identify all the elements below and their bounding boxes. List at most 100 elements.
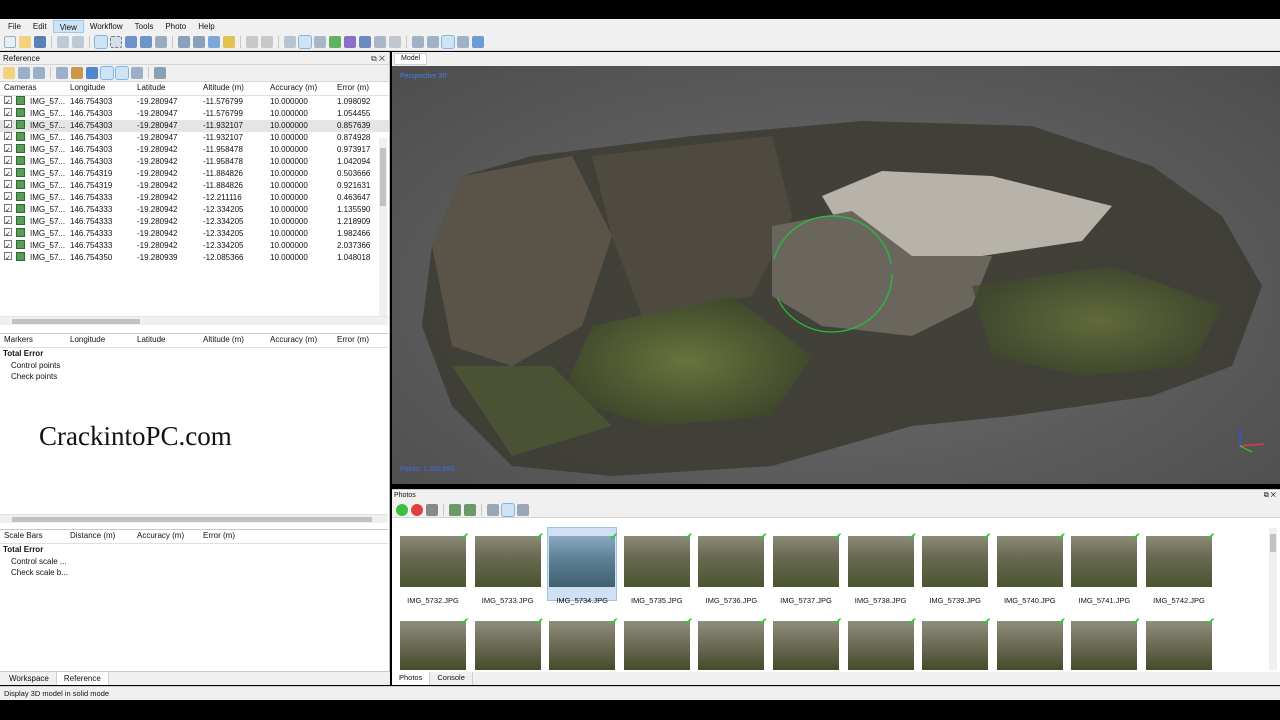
col-altitude[interactable]: Altitude (m) — [203, 82, 244, 94]
menu-workflow[interactable]: Workflow — [84, 20, 129, 33]
crop-selection-icon[interactable] — [261, 36, 273, 48]
settings-icon[interactable] — [154, 67, 166, 79]
markers-hscrollbar[interactable] — [0, 514, 388, 523]
ruler-icon[interactable] — [193, 36, 205, 48]
export-icon[interactable] — [18, 67, 30, 79]
menu-edit[interactable]: Edit — [27, 20, 53, 33]
col-accuracy[interactable]: Accuracy (m) — [137, 530, 184, 542]
optimize-icon[interactable] — [71, 67, 83, 79]
wireframe-icon[interactable] — [314, 36, 326, 48]
col-distance[interactable]: Distance (m) — [70, 530, 115, 542]
camera-checkbox[interactable]: ✓ — [4, 144, 12, 154]
photo-thumbnail[interactable]: ✔ — [549, 617, 618, 670]
show-region-icon[interactable] — [457, 36, 469, 48]
photo-thumbnail[interactable]: ✔ — [474, 617, 544, 670]
camera-checkbox[interactable]: ✓ — [4, 252, 12, 262]
table-row[interactable]: ✓ IMG_57... 146.754333 -19.280942 -12.334205… — [0, 240, 389, 252]
photo-thumbnail[interactable]: ✔ — [549, 532, 618, 587]
photo-thumbnail[interactable]: ✔ — [1071, 617, 1140, 670]
photo-thumbnail[interactable]: ✔ — [996, 617, 1066, 670]
table-row[interactable]: ✓ IMG_57... 146.754303 -19.280947 -11.576799… — [0, 96, 389, 108]
camera-checkbox[interactable]: ✓ — [4, 180, 12, 190]
rectangle-selection-icon[interactable] — [110, 36, 122, 48]
col-longitude[interactable]: Longitude — [70, 82, 105, 94]
tab-photos[interactable]: Photos — [392, 672, 431, 685]
panel-controls[interactable]: ⧉ ✕ — [371, 52, 385, 65]
open-folder-icon[interactable] — [19, 36, 31, 48]
disable-camera-icon[interactable] — [411, 503, 423, 516]
table-row[interactable]: ✓ IMG_57... 146.754333 -19.280942 -12.334205… — [0, 204, 389, 216]
markers-total-error[interactable]: Total Error — [3, 348, 388, 360]
solid-model-icon[interactable] — [344, 36, 356, 48]
table-row[interactable]: ✓ IMG_57... 146.754303 -19.280947 -11.576799… — [0, 108, 389, 120]
show-trackball-icon[interactable] — [427, 36, 439, 48]
photo-thumbnail[interactable]: ✔ — [773, 532, 842, 587]
table-row[interactable]: ✓ IMG_57... 146.754319 -19.280942 -11.884826… — [0, 180, 389, 192]
photo-thumbnail[interactable]: ✔ — [698, 532, 767, 587]
photo-thumbnail[interactable]: ✔ — [400, 532, 469, 587]
col-longitude[interactable]: Longitude — [70, 334, 105, 346]
undo-icon[interactable] — [57, 36, 69, 48]
navigation-cursor-icon[interactable] — [94, 35, 108, 49]
view-errors-icon[interactable] — [131, 67, 143, 79]
col-accuracy[interactable]: Accuracy (m) — [270, 82, 317, 94]
photo-thumbnail[interactable]: ✔ — [1071, 532, 1140, 587]
menu-file[interactable]: File — [2, 20, 27, 33]
check-points-item[interactable]: Check points — [3, 371, 388, 383]
table-row[interactable]: ✓ IMG_57... 146.754303 -19.280947 -11.932107… — [0, 120, 389, 132]
camera-checkbox[interactable]: ✓ — [4, 120, 12, 130]
import-icon[interactable] — [3, 67, 15, 79]
menu-photo[interactable]: Photo — [159, 20, 192, 33]
cameras-hscrollbar[interactable] — [0, 316, 388, 325]
reset-filter-icon[interactable] — [487, 503, 499, 516]
table-row[interactable]: ✓ IMG_57... 146.754303 -19.280942 -11.958478… — [0, 144, 389, 156]
camera-checkbox[interactable]: ✓ — [4, 168, 12, 178]
enable-camera-icon[interactable] — [396, 503, 408, 516]
delete-selection-icon[interactable] — [246, 36, 258, 48]
camera-checkbox[interactable]: ✓ — [4, 204, 12, 214]
tab-console[interactable]: Console — [430, 672, 473, 685]
photos-scrollbar[interactable] — [1269, 528, 1277, 670]
photo-thumbnail[interactable]: ✔ — [623, 532, 693, 587]
menu-view[interactable]: View — [52, 20, 84, 33]
show-markers-icon[interactable] — [441, 35, 455, 49]
textured-model-icon[interactable] — [359, 36, 371, 48]
table-row[interactable]: ✓ IMG_57... 146.754333 -19.280942 -12.334205… — [0, 216, 389, 228]
col-altitude[interactable]: Altitude (m) — [203, 334, 244, 346]
camera-checkbox[interactable]: ✓ — [4, 132, 12, 142]
camera-checkbox[interactable]: ✓ — [4, 192, 12, 202]
photo-thumbnail[interactable]: ✔ — [698, 617, 767, 670]
photo-thumbnail[interactable]: ✔ — [847, 532, 917, 587]
point-cloud-icon[interactable] — [284, 36, 296, 48]
dem-icon[interactable] — [389, 36, 401, 48]
col-accuracy[interactable]: Accuracy (m) — [270, 334, 317, 346]
col-latitude[interactable]: Latitude — [137, 82, 165, 94]
check-scale-item[interactable]: Check scale b... — [3, 567, 388, 579]
camera-checkbox[interactable]: ✓ — [4, 96, 12, 106]
dense-cloud-icon[interactable] — [298, 35, 312, 49]
rotate-right-icon[interactable] — [464, 503, 476, 516]
rotate-object-icon[interactable] — [140, 36, 152, 48]
view-source-icon[interactable] — [100, 66, 114, 80]
camera-checkbox[interactable]: ✓ — [4, 156, 12, 166]
show-cameras-icon[interactable] — [412, 36, 424, 48]
photo-thumbnail[interactable]: ✔ — [996, 532, 1066, 587]
camera-checkbox[interactable]: ✓ — [4, 216, 12, 226]
remove-camera-icon[interactable] — [426, 503, 438, 516]
scalebars-total-error[interactable]: Total Error — [3, 544, 388, 556]
table-row[interactable]: ✓ IMG_57... 146.754303 -19.280942 -11.958478… — [0, 156, 389, 168]
view-mode-icon[interactable] — [517, 503, 529, 516]
rotate-left-icon[interactable] — [449, 503, 461, 516]
control-points-item[interactable]: Control points — [3, 360, 388, 372]
redo-icon[interactable] — [72, 36, 84, 48]
panel-controls[interactable]: ⧉ ✕ — [1264, 490, 1276, 502]
photo-thumbnail[interactable]: ✔ — [400, 617, 469, 670]
photo-thumbnail[interactable]: ✔ — [1146, 617, 1215, 670]
reset-view-icon[interactable] — [472, 36, 484, 48]
tab-reference[interactable]: Reference — [56, 672, 109, 685]
new-file-icon[interactable] — [4, 36, 16, 48]
measure-icon[interactable] — [223, 36, 235, 48]
update-icon[interactable] — [86, 67, 98, 79]
col-latitude[interactable]: Latitude — [137, 334, 165, 346]
photo-thumbnail[interactable]: ✔ — [474, 532, 544, 587]
